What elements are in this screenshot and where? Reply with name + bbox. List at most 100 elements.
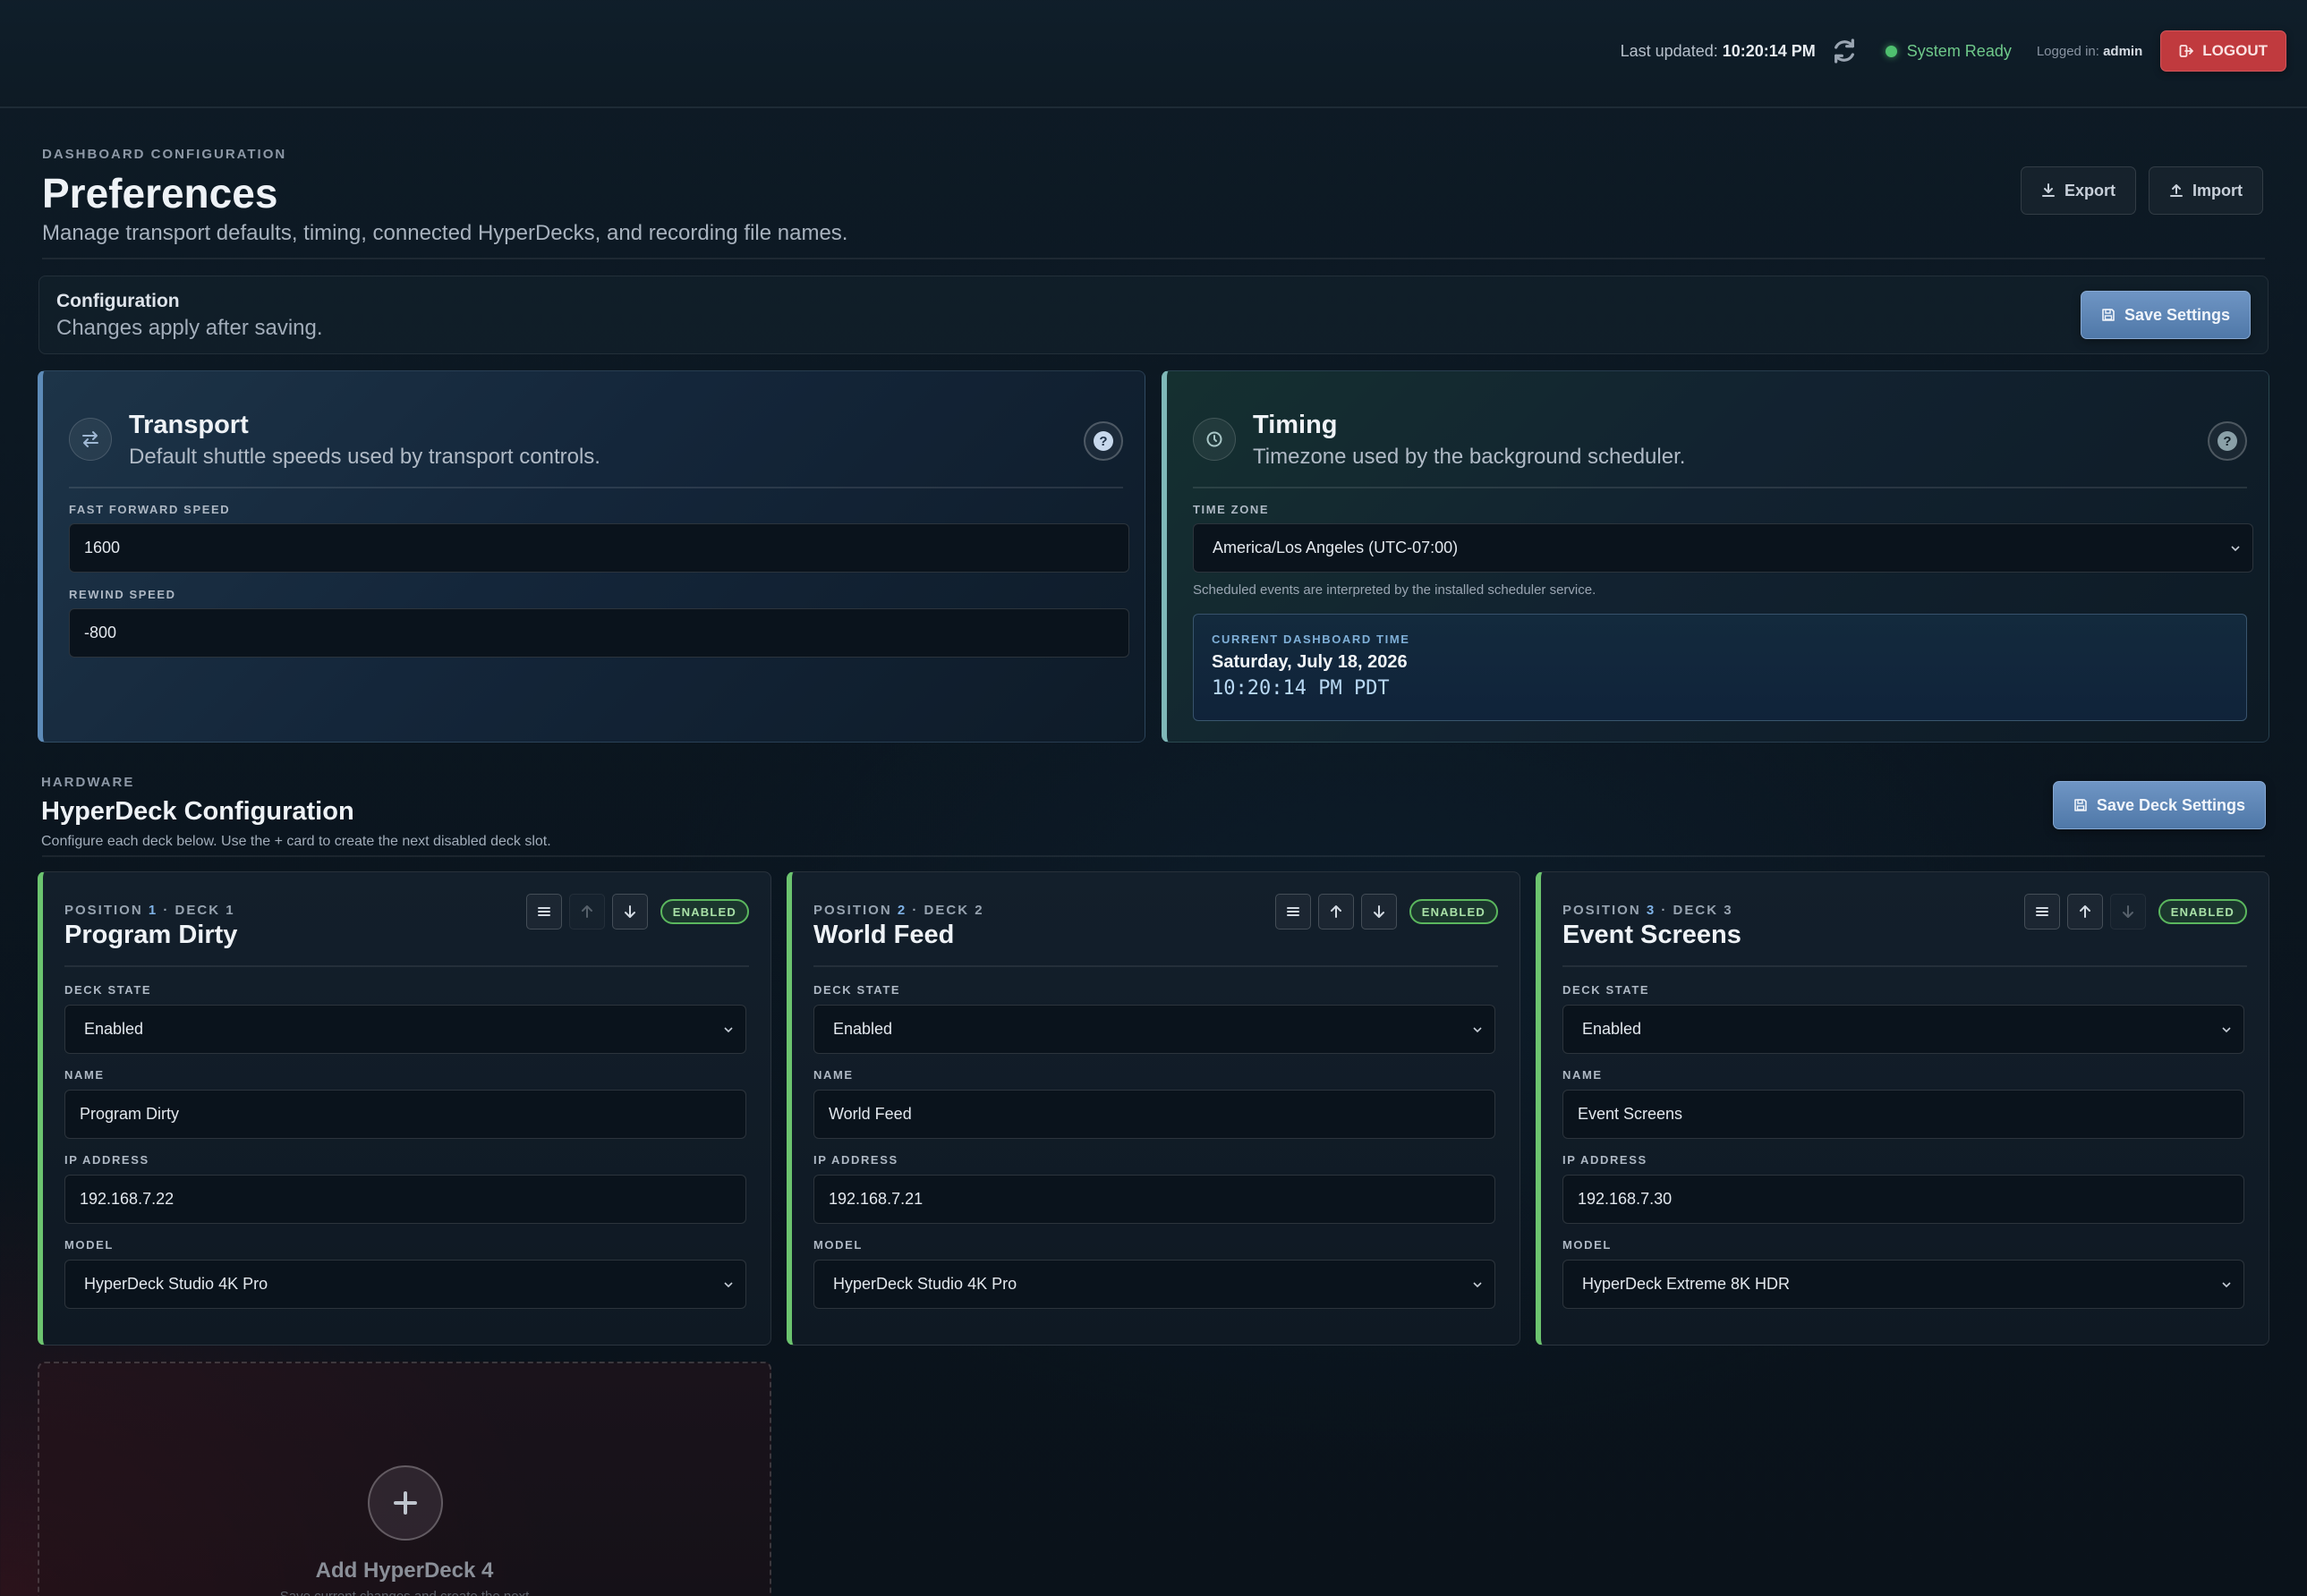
name-label: NAME bbox=[64, 1068, 105, 1082]
deck-name-input[interactable]: World Feed bbox=[813, 1090, 1495, 1139]
time-zone-select[interactable]: America/Los Angeles (UTC-07:00) bbox=[1193, 523, 2253, 573]
hardware-kicker: HARDWARE bbox=[41, 775, 135, 790]
chevron-down-icon bbox=[1473, 1282, 1482, 1288]
transport-help-button[interactable]: ? bbox=[1084, 421, 1123, 461]
deck-name-input[interactable]: Event Screens bbox=[1562, 1090, 2244, 1139]
ip-address-input[interactable]: 192.168.7.21 bbox=[813, 1175, 1495, 1224]
menu-lines-icon bbox=[537, 907, 550, 916]
deck-card-2: POSITION 2 · DECK 2 World Feed ENABLED D… bbox=[787, 871, 1520, 1346]
fast-forward-speed-input[interactable]: 1600 bbox=[69, 523, 1129, 573]
model-select[interactable]: HyperDeck Studio 4K Pro bbox=[813, 1260, 1495, 1309]
deck-label: · DECK bbox=[912, 903, 970, 918]
upload-icon bbox=[2170, 184, 2183, 197]
export-button[interactable]: Export bbox=[2020, 166, 2136, 215]
transport-title: Transport bbox=[129, 411, 249, 439]
model-value: HyperDeck Extreme 8K HDR bbox=[1582, 1275, 1791, 1293]
header-divider bbox=[42, 258, 2265, 259]
save-settings-label: Save Settings bbox=[2124, 305, 2230, 324]
transport-panel: Transport Default shuttle speeds used by… bbox=[38, 370, 1145, 743]
deck-tools: ENABLED bbox=[1274, 894, 1498, 930]
position-label: POSITION bbox=[813, 903, 892, 918]
arrow-down-icon bbox=[1373, 905, 1384, 918]
time-zone-label: TIME ZONE bbox=[1193, 503, 1270, 516]
model-select[interactable]: HyperDeck Studio 4K Pro bbox=[64, 1260, 746, 1309]
deck-divider bbox=[1562, 965, 2247, 967]
page-kicker: DASHBOARD CONFIGURATION bbox=[42, 147, 287, 162]
last-updated-time: 10:20:14 PM bbox=[1722, 41, 1816, 60]
chevron-down-icon bbox=[724, 1027, 733, 1033]
timing-panel: Timing Timezone used by the background s… bbox=[1162, 370, 2269, 743]
position-number: 1 bbox=[148, 903, 158, 918]
timing-title: Timing bbox=[1253, 411, 1338, 439]
transport-description: Default shuttle speeds used by transport… bbox=[129, 445, 600, 469]
logged-in-user: admin bbox=[2103, 43, 2143, 59]
deck-state-label: DECK STATE bbox=[1562, 983, 1650, 997]
reorder-handle-button[interactable] bbox=[1274, 894, 1311, 930]
page-header: DASHBOARD CONFIGURATION Preferences Mana… bbox=[42, 147, 847, 246]
reorder-handle-button[interactable] bbox=[2023, 894, 2060, 930]
deck-name-input[interactable]: Program Dirty bbox=[64, 1090, 746, 1139]
timing-help-button[interactable]: ? bbox=[2208, 421, 2247, 461]
deck-divider bbox=[64, 965, 749, 967]
arrow-down-icon bbox=[2122, 905, 2133, 918]
current-date: Saturday, July 18, 2026 bbox=[1212, 652, 1408, 672]
rewind-speed-input[interactable]: -800 bbox=[69, 608, 1129, 658]
arrow-down-icon bbox=[624, 905, 635, 918]
ip-address-label: IP ADDRESS bbox=[1562, 1153, 1647, 1167]
hardware-description: Configure each deck below. Use the + car… bbox=[41, 834, 551, 849]
deck-card-1: POSITION 1 · DECK 1 Program Dirty ENABLE… bbox=[38, 871, 771, 1346]
clock-icon bbox=[1193, 418, 1236, 461]
chevron-down-icon bbox=[1473, 1027, 1482, 1033]
status-badge: ENABLED bbox=[2158, 899, 2247, 924]
fast-forward-label: FAST FORWARD SPEED bbox=[69, 503, 231, 516]
save-deck-settings-button[interactable]: Save Deck Settings bbox=[2052, 781, 2266, 829]
reorder-handle-button[interactable] bbox=[525, 894, 562, 930]
model-select[interactable]: HyperDeck Extreme 8K HDR bbox=[1562, 1260, 2244, 1309]
hardware-title: HyperDeck Configuration bbox=[41, 797, 354, 826]
logged-in: Logged in: admin bbox=[2037, 44, 2142, 59]
move-up-button[interactable] bbox=[2066, 894, 2103, 930]
ip-address-label: IP ADDRESS bbox=[64, 1153, 149, 1167]
save-deck-settings-label: Save Deck Settings bbox=[2096, 795, 2245, 814]
ip-address-input[interactable]: 192.168.7.22 bbox=[64, 1175, 746, 1224]
name-label: NAME bbox=[813, 1068, 854, 1082]
deck-divider bbox=[813, 965, 1498, 967]
configuration-title: Configuration bbox=[56, 291, 180, 311]
last-updated-label: Last updated: bbox=[1620, 41, 1718, 60]
deck-position: POSITION 1 · DECK 1 bbox=[64, 903, 235, 918]
hardware-divider bbox=[42, 855, 2265, 857]
name-label: NAME bbox=[1562, 1068, 1603, 1082]
chevron-down-icon bbox=[2231, 546, 2240, 552]
import-button[interactable]: Import bbox=[2149, 166, 2263, 215]
add-hyperdeck-title: Add HyperDeck 4 bbox=[315, 1558, 494, 1583]
deck-number: 2 bbox=[975, 903, 984, 918]
deck-tools: ENABLED bbox=[2023, 894, 2247, 930]
help-icon: ? bbox=[2218, 431, 2237, 451]
move-down-button[interactable] bbox=[611, 894, 648, 930]
move-up-button[interactable] bbox=[1317, 894, 1354, 930]
save-settings-button[interactable]: Save Settings bbox=[2080, 291, 2251, 339]
configuration-banner: Configuration Changes apply after saving… bbox=[38, 276, 2269, 354]
position-label: POSITION bbox=[64, 903, 143, 918]
system-status: System Ready bbox=[1885, 42, 2012, 61]
ip-address-input[interactable]: 192.168.7.30 bbox=[1562, 1175, 2244, 1224]
status-badge: ENABLED bbox=[1409, 899, 1498, 924]
move-down-button[interactable] bbox=[2109, 894, 2146, 930]
deck-state-value: Enabled bbox=[833, 1020, 893, 1038]
add-hyperdeck-card[interactable]: Add HyperDeck 4 Save current changes and… bbox=[38, 1362, 771, 1596]
deck-state-select[interactable]: Enabled bbox=[1562, 1005, 2244, 1054]
position-label: POSITION bbox=[1562, 903, 1641, 918]
deck-state-select[interactable]: Enabled bbox=[813, 1005, 1495, 1054]
move-down-button[interactable] bbox=[1360, 894, 1397, 930]
topbar-status-group: Last updated: 10:20:14 PM System Ready L… bbox=[1621, 30, 2286, 72]
arrow-up-icon bbox=[1330, 905, 1341, 918]
deck-card-3: POSITION 3 · DECK 3 Event Screens ENABLE… bbox=[1536, 871, 2269, 1346]
deck-state-select[interactable]: Enabled bbox=[64, 1005, 746, 1054]
deck-number: 1 bbox=[226, 903, 235, 918]
logout-button[interactable]: LOGOUT bbox=[2160, 30, 2286, 72]
move-up-button[interactable] bbox=[568, 894, 605, 930]
refresh-icon[interactable] bbox=[1830, 37, 1859, 65]
menu-lines-icon bbox=[1286, 907, 1299, 916]
deck-label: · DECK bbox=[163, 903, 221, 918]
transport-divider bbox=[69, 487, 1123, 488]
